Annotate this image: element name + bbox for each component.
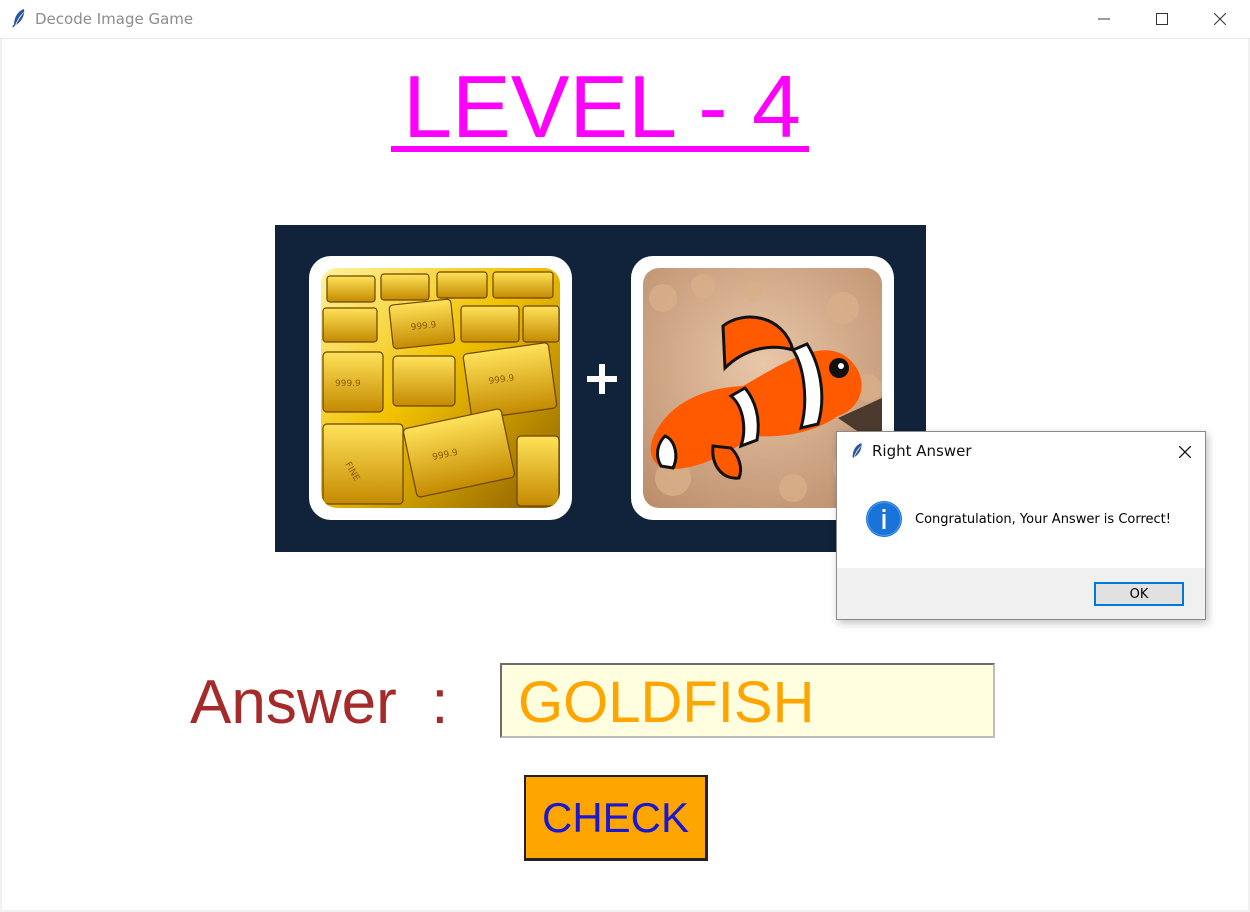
check-button[interactable]: CHECK xyxy=(524,775,708,861)
dialog-message: Congratulation, Your Answer is Correct! xyxy=(915,512,1171,527)
ok-button[interactable]: OK xyxy=(1094,582,1184,606)
maximize-icon xyxy=(1156,13,1168,25)
dialog-title: Right Answer xyxy=(872,442,972,460)
close-button[interactable] xyxy=(1191,0,1249,38)
answer-label: Answer : xyxy=(190,668,449,737)
plus-icon xyxy=(585,362,619,396)
minimize-icon xyxy=(1098,18,1110,20)
maximize-button[interactable] xyxy=(1133,0,1191,38)
minimize-button[interactable] xyxy=(1075,0,1133,38)
answer-input[interactable] xyxy=(500,663,995,738)
dialog-close-button[interactable] xyxy=(1173,440,1197,464)
puzzle-card-left: 999.9 999.9 999.9 999.9 FINE xyxy=(309,256,572,520)
title-bar: Decode Image Game xyxy=(0,0,1250,39)
level-title: LEVEL - 4 xyxy=(403,57,801,156)
close-icon xyxy=(1179,446,1191,458)
level-title-underline xyxy=(391,146,809,152)
feather-icon xyxy=(10,8,28,28)
close-icon xyxy=(1214,13,1226,25)
window-title: Decode Image Game xyxy=(35,10,194,28)
dialog-footer: OK xyxy=(837,568,1205,619)
feather-icon xyxy=(849,442,865,460)
gold-bars-image: 999.9 999.9 999.9 999.9 FINE xyxy=(321,268,560,508)
right-answer-dialog: Right Answer Congratulation, Your Answer… xyxy=(836,431,1206,620)
puzzle-image: 999.9 999.9 999.9 999.9 FINE xyxy=(275,225,926,552)
svg-text:999.9: 999.9 xyxy=(335,379,361,389)
info-icon xyxy=(865,500,903,538)
